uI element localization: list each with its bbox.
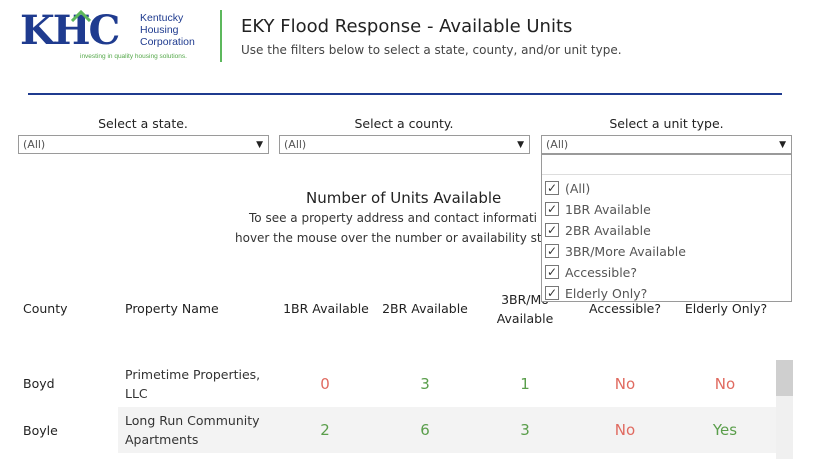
logo-org-name: Kentucky Housing Corporation bbox=[140, 12, 195, 48]
dropdown-option-elderly[interactable]: ✓ Elderly Only? bbox=[545, 283, 647, 303]
section-note-line1: To see a property address and contact in… bbox=[249, 211, 538, 225]
property-name-cell: Long Run Community Apartments bbox=[125, 413, 260, 447]
section-title: Number of Units Available bbox=[306, 189, 502, 207]
checkbox-checked-icon[interactable]: ✓ bbox=[545, 223, 559, 237]
dropdown-option-accessible[interactable]: ✓ Accessible? bbox=[545, 262, 637, 282]
house-roof-icon bbox=[71, 10, 91, 22]
state-filter-label: Select a state. bbox=[98, 116, 188, 131]
checkbox-checked-icon[interactable]: ✓ bbox=[545, 265, 559, 279]
col-header-2br: 2BR Available bbox=[382, 301, 468, 316]
county-filter-value: (All) bbox=[284, 138, 307, 151]
dropdown-arrow-icon: ▼ bbox=[517, 140, 524, 150]
dropdown-option-3br[interactable]: ✓ 3BR/More Available bbox=[545, 241, 686, 261]
br2-value[interactable]: 6 bbox=[405, 421, 445, 439]
state-filter-select[interactable]: (All) ▼ bbox=[18, 135, 269, 154]
dropdown-arrow-icon: ▼ bbox=[256, 140, 263, 150]
property-name-cell: Primetime Properties, LLC bbox=[125, 367, 261, 401]
dropdown-search-input[interactable] bbox=[542, 155, 791, 175]
logo-letters: KHC bbox=[20, 7, 120, 54]
header-rule bbox=[28, 93, 782, 95]
state-filter-value: (All) bbox=[23, 138, 46, 151]
accessible-value[interactable]: No bbox=[605, 375, 645, 393]
logo-tagline: investing in quality housing solutions. bbox=[80, 53, 187, 60]
br1-value[interactable]: 0 bbox=[305, 375, 345, 393]
checkbox-checked-icon[interactable]: ✓ bbox=[545, 202, 559, 216]
county-cell: Boyd bbox=[23, 376, 55, 391]
county-filter-label: Select a county. bbox=[354, 116, 454, 131]
khc-logo: KHC Kentucky Housing Corporation investi… bbox=[18, 8, 208, 64]
dropdown-option-all[interactable]: ✓ (All) bbox=[545, 178, 590, 198]
county-cell: Boyle bbox=[23, 423, 58, 438]
section-note-line2: hover the mouse over the number or avail… bbox=[235, 231, 542, 245]
checkbox-checked-icon[interactable]: ✓ bbox=[545, 286, 559, 300]
page-subtitle: Use the filters below to select a state,… bbox=[241, 43, 622, 57]
br1-value[interactable]: 2 bbox=[305, 421, 345, 439]
scrollbar-thumb[interactable] bbox=[776, 360, 793, 396]
page-title: EKY Flood Response - Available Units bbox=[241, 16, 573, 37]
dropdown-option-2br[interactable]: ✓ 2BR Available bbox=[545, 220, 651, 240]
col-header-property: Property Name bbox=[125, 301, 219, 316]
dropdown-arrow-icon: ▼ bbox=[779, 140, 786, 150]
unit-type-filter-select[interactable]: (All) ▼ bbox=[541, 135, 792, 154]
br2-value[interactable]: 3 bbox=[405, 375, 445, 393]
col-header-county: County bbox=[23, 301, 68, 316]
br3-value[interactable]: 3 bbox=[505, 421, 545, 439]
elderly-value[interactable]: Yes bbox=[705, 421, 745, 439]
unit-type-filter-label: Select a unit type. bbox=[609, 116, 724, 131]
accessible-value[interactable]: No bbox=[605, 421, 645, 439]
elderly-value[interactable]: No bbox=[705, 375, 745, 393]
dropdown-option-1br[interactable]: ✓ 1BR Available bbox=[545, 199, 651, 219]
col-header-1br: 1BR Available bbox=[283, 301, 369, 316]
br3-value[interactable]: 1 bbox=[505, 375, 545, 393]
header-divider bbox=[220, 10, 222, 62]
table-scrollbar[interactable] bbox=[776, 360, 793, 459]
unit-type-filter-value: (All) bbox=[546, 138, 569, 151]
county-filter-select[interactable]: (All) ▼ bbox=[279, 135, 530, 154]
unit-type-dropdown-menu: ✓ (All) ✓ 1BR Available ✓ 2BR Available … bbox=[541, 154, 792, 302]
checkbox-checked-icon[interactable]: ✓ bbox=[545, 244, 559, 258]
checkbox-checked-icon[interactable]: ✓ bbox=[545, 181, 559, 195]
